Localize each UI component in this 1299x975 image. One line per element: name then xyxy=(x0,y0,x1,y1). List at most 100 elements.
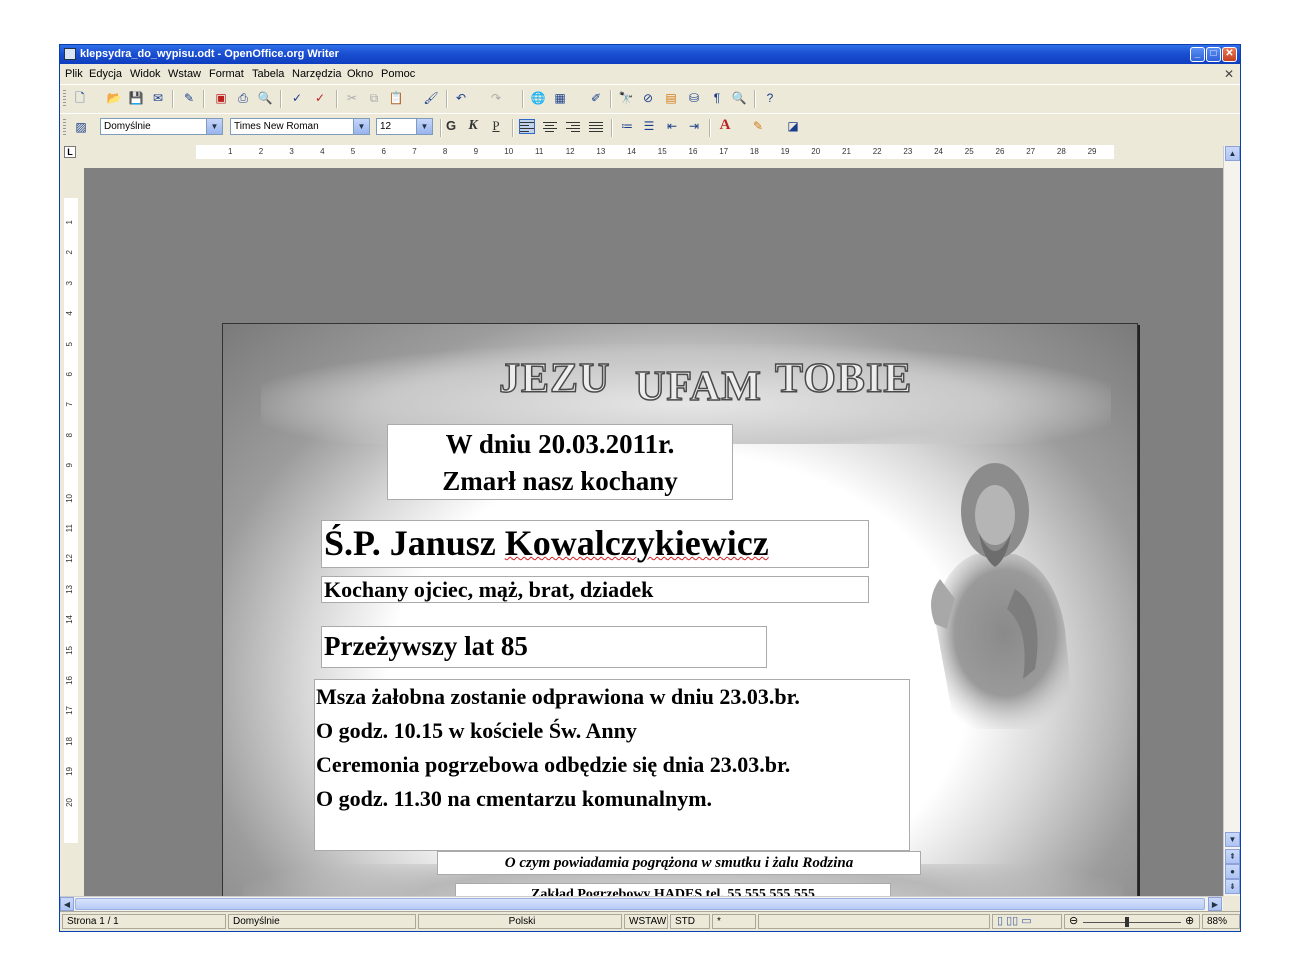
show-draw-functions-icon[interactable]: ✐ xyxy=(588,90,604,106)
mass-info-frame[interactable]: Msza żałobna zostanie odprawiona w dniu … xyxy=(314,679,910,851)
menu-wstaw[interactable]: Wstaw xyxy=(168,68,201,80)
previous-page-icon[interactable]: ⇞ xyxy=(1225,849,1240,864)
relations-frame[interactable]: Kochany ojciec, mąż, brat, dziadek xyxy=(321,576,869,603)
age-frame[interactable]: Przeżywszy lat 85 xyxy=(321,626,767,668)
underline-button[interactable]: P xyxy=(488,118,504,134)
close-document-icon[interactable]: ✕ xyxy=(1224,67,1234,81)
document-page[interactable]: JEZU UFAM TOBIE W dniu 20.03.2011r. Zmar… xyxy=(222,323,1138,931)
font-color-icon[interactable]: A xyxy=(717,117,733,133)
horizontal-ruler[interactable]: 1 2 3 4 5 6 7 8 9 10 11 12 13 14 15 16 17 18 19 20 21 22 23 24 2… xyxy=(196,145,1114,159)
find-replace-icon[interactable]: 🔭 xyxy=(618,90,634,106)
paragraph-style-select[interactable]: Domyślnie ▼ xyxy=(100,118,223,135)
gallery-icon[interactable]: ▤ xyxy=(663,90,679,106)
chevron-down-icon[interactable]: ▼ xyxy=(353,119,369,134)
horizontal-scroll-thumb[interactable] xyxy=(75,898,1205,910)
zoom-slider[interactable]: ⊖ ⊕ xyxy=(1064,914,1200,929)
insert-mode-indicator[interactable]: WSTAW xyxy=(624,914,668,929)
print-icon[interactable]: ⎙ xyxy=(235,90,251,106)
menu-okno[interactable]: Okno xyxy=(347,68,373,80)
horizontal-scrollbar[interactable]: ◀ ▶ xyxy=(60,896,1223,911)
zoom-slider-track[interactable] xyxy=(1083,922,1181,923)
chevron-down-icon[interactable]: ▼ xyxy=(416,119,432,134)
email-icon[interactable]: ✉ xyxy=(150,90,166,106)
chevron-down-icon[interactable]: ▼ xyxy=(206,119,222,134)
highlighting-icon[interactable]: ✎ xyxy=(750,118,766,134)
hyperlink-icon[interactable]: 🌐 xyxy=(530,90,546,106)
menu-narzedzia[interactable]: Narzędzia xyxy=(292,68,342,80)
formatting-marks-icon[interactable]: ¶ xyxy=(709,90,725,106)
edit-file-icon[interactable]: ✎ xyxy=(181,90,197,106)
family-note-frame[interactable]: O czym powiadamia pogrążona w smutku i ż… xyxy=(437,851,921,875)
vertical-scrollbar[interactable]: ▲ ▼ ⇞ ● ⇟ xyxy=(1223,146,1240,896)
export-pdf-icon[interactable]: ▣ xyxy=(213,90,229,106)
page-style-indicator[interactable]: Domyślnie xyxy=(228,914,416,929)
vertical-ruler[interactable]: 1 2 3 4 5 6 7 8 9 10 11 12 13 14 15 16 17 18 19 20 xyxy=(64,198,78,843)
menu-tabela[interactable]: Tabela xyxy=(252,68,284,80)
align-right-button[interactable] xyxy=(566,120,580,133)
background-color-icon[interactable]: ◪ xyxy=(785,118,801,134)
minimize-button[interactable]: _ xyxy=(1190,47,1205,62)
view-layout-icons[interactable]: ▯ ▯▯ ▭ xyxy=(992,914,1062,929)
italic-button[interactable]: K xyxy=(465,118,481,134)
open-icon[interactable]: 📂 xyxy=(106,90,122,106)
menu-edycja[interactable]: Edycja xyxy=(89,68,122,80)
menu-pomoc[interactable]: Pomoc xyxy=(381,68,415,80)
tab-stop-selector[interactable]: L xyxy=(64,146,76,158)
page-indicator[interactable]: Strona 1 / 1 xyxy=(62,914,226,929)
autospellcheck-icon[interactable]: ✓ xyxy=(312,90,328,106)
deceased-name-frame[interactable]: Ś.P. Janusz Kowalczykiewicz xyxy=(321,520,869,568)
title-bar[interactable]: klepsydra_do_wypisu.odt - OpenOffice.org… xyxy=(60,45,1240,64)
paste-icon[interactable]: 📋 xyxy=(388,90,404,106)
align-left-button[interactable] xyxy=(519,119,535,134)
new-document-icon[interactable]: 🗋 xyxy=(72,90,88,106)
scroll-left-icon[interactable]: ◀ xyxy=(60,897,74,911)
page-preview-icon[interactable]: 🔍 xyxy=(257,90,273,106)
navigation-icon[interactable]: ● xyxy=(1225,864,1240,879)
font-name-select[interactable]: Times New Roman ▼ xyxy=(230,118,370,135)
save-icon[interactable]: 💾 xyxy=(128,90,144,106)
navigator-icon[interactable]: ⊘ xyxy=(640,90,656,106)
next-page-icon[interactable]: ⇟ xyxy=(1225,879,1240,894)
maximize-button[interactable]: □ xyxy=(1206,47,1221,62)
numbering-icon[interactable]: ≔ xyxy=(619,118,635,134)
death-date-frame[interactable]: W dniu 20.03.2011r. Zmarł nasz kochany xyxy=(387,424,733,500)
zoom-in-icon[interactable]: ⊕ xyxy=(1185,915,1194,928)
bold-button[interactable]: G xyxy=(443,118,459,133)
clone-formatting-icon[interactable]: 🖌 xyxy=(423,90,439,106)
scroll-up-icon[interactable]: ▲ xyxy=(1225,146,1240,161)
increase-indent-icon[interactable]: ⇥ xyxy=(686,118,702,134)
family-note-text: O czym powiadamia pogrążona w smutku i ż… xyxy=(504,855,854,871)
selection-mode-indicator[interactable]: STD xyxy=(670,914,710,929)
zoom-level[interactable]: 88% xyxy=(1202,914,1240,929)
justify-button[interactable] xyxy=(589,120,603,133)
close-window-button[interactable]: ✕ xyxy=(1222,47,1237,62)
toolbar-grip[interactable] xyxy=(63,90,66,108)
menu-format[interactable]: Format xyxy=(209,68,244,80)
undo-icon[interactable]: ↶ xyxy=(453,90,469,106)
toolbar-grip[interactable] xyxy=(63,119,66,137)
redo-icon[interactable]: ↷ xyxy=(488,90,504,106)
writer-app-icon[interactable] xyxy=(64,48,76,60)
zoom-out-icon[interactable]: ⊖ xyxy=(1069,915,1078,928)
scroll-down-icon[interactable]: ▼ xyxy=(1225,832,1240,847)
scroll-right-icon[interactable]: ▶ xyxy=(1208,897,1222,911)
align-center-button[interactable] xyxy=(543,120,557,133)
font-size-select[interactable]: 12 ▼ xyxy=(376,118,433,135)
toolbar-separator xyxy=(709,119,711,137)
zoom-slider-thumb[interactable] xyxy=(1125,917,1129,927)
table-icon[interactable]: ▦ xyxy=(552,90,568,106)
data-sources-icon[interactable]: ⛁ xyxy=(686,90,702,106)
zoom-icon[interactable]: 🔍 xyxy=(731,90,747,106)
ruler-tick-label: 2 xyxy=(258,147,264,156)
copy-icon[interactable]: ⧉ xyxy=(366,90,382,106)
bullets-icon[interactable]: ☰ xyxy=(641,118,657,134)
menu-widok[interactable]: Widok xyxy=(130,68,161,80)
menu-plik[interactable]: Plik xyxy=(65,68,83,80)
styles-formatting-icon[interactable]: ▨ xyxy=(73,119,89,135)
spellcheck-icon[interactable]: ✓ xyxy=(289,90,305,106)
decrease-indent-icon[interactable]: ⇤ xyxy=(664,118,680,134)
language-indicator[interactable]: Polski xyxy=(418,914,622,929)
cut-icon[interactable]: ✂ xyxy=(344,90,360,106)
document-workspace[interactable]: JEZU UFAM TOBIE W dniu 20.03.2011r. Zmar… xyxy=(84,168,1223,931)
help-icon[interactable]: ? xyxy=(762,90,778,106)
